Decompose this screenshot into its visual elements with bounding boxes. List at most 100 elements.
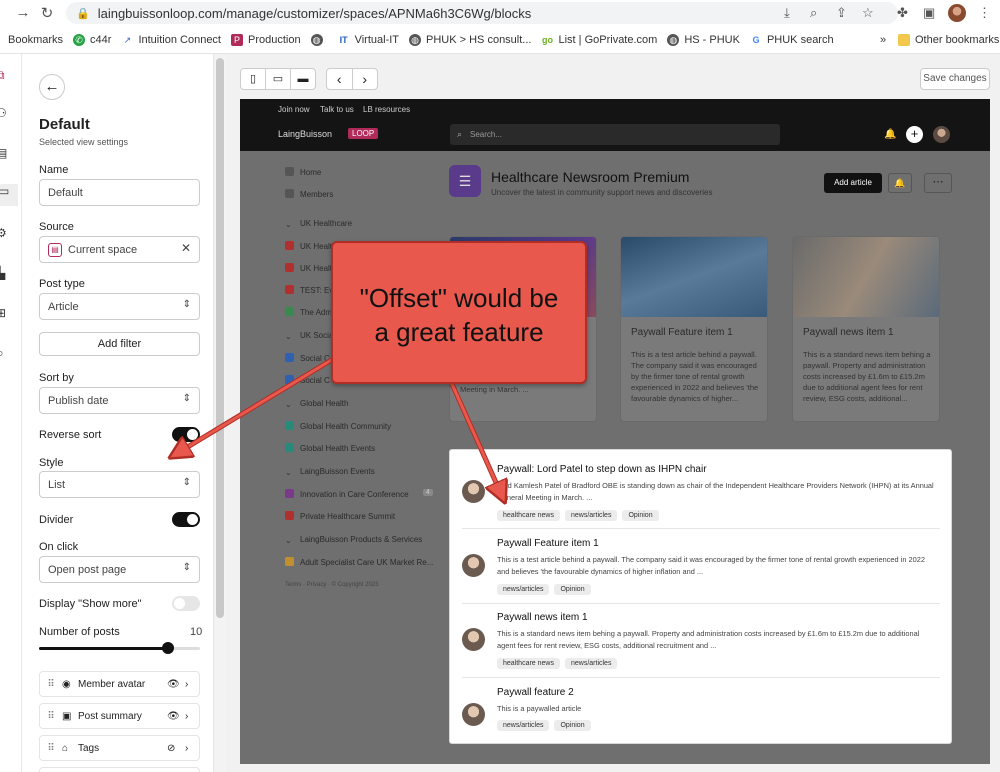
nav-item[interactable]: UK Healt (285, 263, 332, 273)
panel-scroll-thumb[interactable] (216, 58, 224, 618)
apps-icon[interactable]: ⊞ (0, 306, 10, 320)
content-icon[interactable]: ▤ (0, 146, 10, 160)
share-icon[interactable]: ⇪ (836, 5, 847, 21)
block-tags[interactable]: ⠿ ⌂ Tags ⊘ › (39, 735, 200, 761)
name-input[interactable]: Default (39, 179, 200, 206)
reverse-sort-toggle[interactable] (172, 427, 200, 442)
nav-item[interactable]: Social C (285, 353, 330, 363)
profile-avatar[interactable] (948, 4, 966, 22)
author-avatar[interactable] (462, 703, 485, 726)
settings-icon[interactable]: ⚙ (0, 226, 10, 240)
tag-chip[interactable]: news/articles (564, 658, 618, 669)
drag-handle-icon[interactable]: ⠿ (40, 679, 62, 690)
bookmark-c44r[interactable]: ✆ c44r (73, 33, 111, 46)
bookmarks-more[interactable]: » (880, 34, 886, 46)
undo-button[interactable]: ‹ (327, 69, 353, 89)
bookmark-virtual-it[interactable]: IT Virtual-IT (337, 33, 399, 46)
loading-icon[interactable]: ○ (0, 346, 10, 360)
plus-icon[interactable]: + (906, 126, 923, 143)
nav-group-header[interactable]: ⌄ Global Health (285, 399, 348, 409)
slider-handle[interactable] (161, 642, 174, 654)
bookmark-bookmarks[interactable]: Bookmarks (8, 34, 63, 46)
more-options-button[interactable]: ⋯ (924, 173, 952, 193)
back-button[interactable]: ← (39, 74, 65, 100)
chevron-right-icon[interactable]: › (185, 679, 199, 690)
nav-item[interactable]: Social C (285, 375, 330, 385)
tag-chip[interactable]: Opinion (622, 510, 659, 521)
add-filter-button[interactable]: Add filter (39, 332, 200, 356)
eye-off-icon[interactable]: ⊘ (167, 743, 185, 754)
bookmark-other[interactable]: Other bookmarks (898, 33, 999, 46)
block-more[interactable] (39, 767, 200, 772)
eye-icon[interactable]: 👁 (167, 679, 185, 690)
nav-item[interactable]: Global Health Events (285, 443, 375, 453)
drag-handle-icon[interactable]: ⠿ (40, 711, 62, 722)
preview-avatar[interactable] (933, 126, 950, 143)
tag-chip[interactable]: Opinion (554, 720, 591, 731)
block-member-avatar[interactable]: ⠿ ◉ Member avatar 👁 › (39, 671, 200, 697)
post-type-select[interactable]: Article ⇕ (39, 293, 200, 320)
top-link-join[interactable]: Join now (278, 105, 310, 114)
star-icon[interactable]: ☆ (862, 5, 874, 21)
nav-item[interactable]: Private Healthcare Summit (285, 511, 395, 521)
bookmark-phuk-hs[interactable]: ◍ PHUK > HS consult... (409, 33, 531, 46)
list-item[interactable]: Paywall Feature item 1 This is a test ar… (462, 534, 940, 608)
nav-item[interactable]: Innovation in Care Conference (285, 489, 409, 499)
on-click-select[interactable]: Open post page ⇕ (39, 556, 200, 583)
nav-item[interactable]: UK Healt (285, 241, 332, 251)
num-posts-slider[interactable] (39, 642, 200, 654)
nav-item[interactable]: Members (285, 189, 333, 199)
bookmark-hs-phuk[interactable]: ◍ HS - PHUK (667, 33, 740, 46)
desktop-icon[interactable]: ▬ (291, 69, 315, 89)
eye-icon[interactable]: 👁 (167, 711, 185, 722)
nav-group-header[interactable]: ⌄ UK Healthcare (285, 219, 352, 229)
address-bar[interactable]: 🔒 laingbuissonloop.com/manage/customizer… (66, 2, 898, 24)
post-title[interactable]: Paywall Feature item 1 (497, 538, 599, 549)
add-article-button[interactable]: Add article (824, 173, 882, 193)
members-icon[interactable]: ⚇ (0, 106, 10, 120)
nav-group-header[interactable]: ⌄ UK Socia (285, 331, 333, 341)
list-item[interactable]: Paywall news item 1 This is a standard n… (462, 608, 940, 682)
sort-by-select[interactable]: Publish date ⇕ (39, 387, 200, 414)
article-card[interactable]: Paywall Feature item 1 This is a test ar… (620, 236, 768, 422)
list-item[interactable]: Paywall: Lord Patel to step down as IHPN… (462, 460, 940, 534)
nav-item[interactable]: Global Health Community (285, 421, 391, 431)
show-more-toggle[interactable] (172, 596, 200, 611)
clear-icon[interactable]: ✕ (181, 241, 191, 255)
install-icon[interactable]: ⤓ (784, 5, 790, 21)
preview-search[interactable]: ⌕ Search... (450, 124, 780, 145)
author-avatar[interactable] (462, 480, 485, 503)
sidepanel-icon[interactable]: ▣ (923, 5, 935, 21)
chevron-right-icon[interactable]: › (185, 711, 199, 722)
tag-chip[interactable]: news/articles (564, 510, 618, 521)
bookmark-goprivate[interactable]: go List | GoPrivate.com (541, 33, 657, 46)
style-select[interactable]: List ⇕ (39, 471, 200, 498)
customizer-icon[interactable]: ▭ (0, 184, 18, 206)
bookmark-production[interactable]: P Production (231, 33, 301, 46)
article-card[interactable]: Paywall news item 1 This is a standard n… (792, 236, 940, 422)
tag-chip[interactable]: news/articles (497, 584, 550, 595)
drag-handle-icon[interactable]: ⠿ (40, 743, 62, 754)
tag-chip[interactable]: healthcare news (497, 658, 560, 669)
nav-item[interactable]: TEST: Ev (285, 285, 333, 295)
post-title[interactable]: Paywall feature 2 (497, 687, 574, 698)
reload-icon[interactable]: ↻ (32, 4, 62, 22)
top-link-resources[interactable]: LB resources (363, 105, 410, 114)
site-logo-text[interactable]: LaingBuisson (278, 129, 332, 139)
mobile-icon[interactable]: ▯ (241, 69, 266, 89)
tag-chip[interactable]: news/articles (497, 720, 550, 731)
bell-icon[interactable]: 🔔 (884, 129, 896, 140)
menu-dots-icon[interactable]: ⋮ (978, 5, 991, 21)
bookmark-phuk-search[interactable]: G PHUK search (749, 33, 834, 46)
nav-item[interactable]: Home (285, 167, 321, 177)
nav-group-header[interactable]: ⌄ LaingBuisson Events (285, 467, 375, 477)
app-logo-icon[interactable]: ⧉ (0, 68, 10, 82)
author-avatar[interactable] (462, 554, 485, 577)
top-link-talk[interactable]: Talk to us (320, 105, 354, 114)
tag-chip[interactable]: healthcare news (497, 510, 560, 521)
source-select[interactable]: ▤ Current space ✕ (39, 236, 200, 263)
post-title[interactable]: Paywall news item 1 (497, 612, 588, 623)
tablet-icon[interactable]: ▭ (266, 69, 291, 89)
nav-item[interactable]: Adult Specialist Care UK Market Re... (285, 557, 433, 567)
bookmark-globe[interactable]: ◍ (310, 33, 328, 46)
